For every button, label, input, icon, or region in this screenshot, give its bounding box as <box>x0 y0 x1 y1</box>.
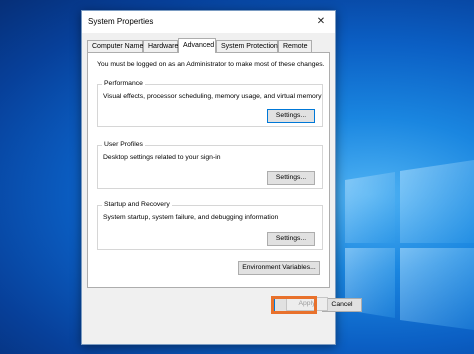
system-properties-dialog: System Properties ✕ Computer Name Hardwa… <box>81 10 362 345</box>
footer-divider <box>82 291 335 292</box>
performance-group: Performance Visual effects, processor sc… <box>97 80 323 127</box>
environment-variables-button[interactable]: Environment Variables... <box>238 261 320 275</box>
startup-recovery-description: System startup, system failure, and debu… <box>103 214 279 221</box>
tab-system-protection[interactable]: System Protection <box>216 40 278 52</box>
apply-button[interactable]: Apply <box>286 297 328 311</box>
tab-remote[interactable]: Remote <box>278 40 312 52</box>
tab-strip: Computer Name Hardware Advanced System P… <box>87 38 331 53</box>
startup-recovery-label: Startup and Recovery <box>102 201 172 208</box>
tab-computer-name[interactable]: Computer Name <box>87 40 143 52</box>
startup-recovery-settings-button[interactable]: Settings... <box>267 232 315 246</box>
close-icon[interactable]: ✕ <box>307 11 335 33</box>
user-profiles-settings-button[interactable]: Settings... <box>267 171 315 185</box>
user-profiles-group: User Profiles Desktop settings related t… <box>97 141 323 189</box>
tab-hardware[interactable]: Hardware <box>143 40 178 52</box>
advanced-tab-panel: You must be logged on as an Administrato… <box>87 52 330 288</box>
tab-advanced[interactable]: Advanced <box>178 38 216 53</box>
admin-note: You must be logged on as an Administrato… <box>97 61 325 68</box>
dialog-title: System Properties <box>88 17 154 26</box>
startup-recovery-group: Startup and Recovery System startup, sys… <box>97 201 323 250</box>
performance-description: Visual effects, processor scheduling, me… <box>103 93 322 100</box>
user-profiles-description: Desktop settings related to your sign-in <box>103 154 221 161</box>
user-profiles-label: User Profiles <box>102 141 145 148</box>
title-bar[interactable]: System Properties ✕ <box>82 11 335 33</box>
cancel-button[interactable]: Cancel <box>322 298 362 312</box>
performance-label: Performance <box>102 80 145 87</box>
performance-settings-button[interactable]: Settings... <box>267 109 315 123</box>
